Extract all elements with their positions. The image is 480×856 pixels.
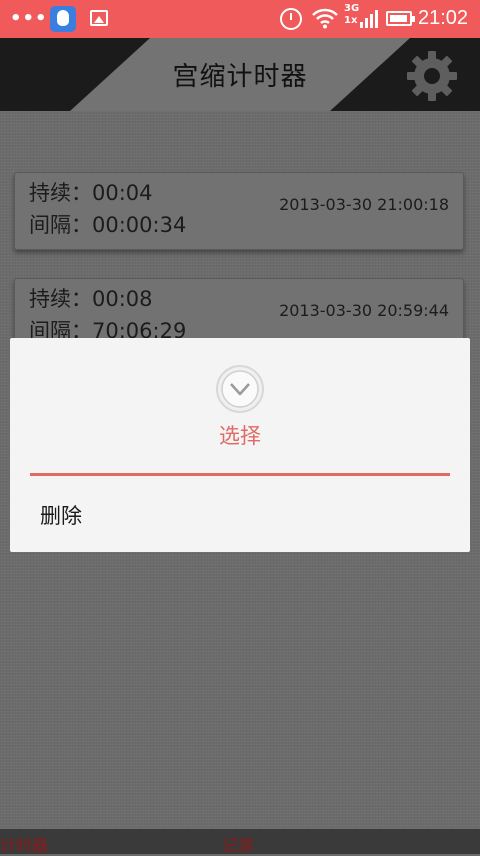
tab-records[interactable]: 记录 xyxy=(222,832,254,856)
status-bar: ••• 3G 1x 21:02 xyxy=(0,0,480,38)
network-type: 3G 1x xyxy=(344,3,360,26)
gear-icon[interactable] xyxy=(404,48,460,104)
delete-option[interactable]: 删除 xyxy=(10,476,470,552)
gallery-icon xyxy=(90,10,108,26)
duration-value: 00:04 xyxy=(92,181,153,205)
signal-icon xyxy=(360,10,378,28)
alarm-icon xyxy=(280,8,302,30)
battery-icon xyxy=(386,11,415,26)
record-card[interactable]: 持续：00:04 间隔：00:00:34 2013-03-30 21:00:18 xyxy=(14,172,464,250)
qq-icon xyxy=(50,6,76,32)
duration-value: 00:08 xyxy=(92,287,153,311)
interval-value: 00:00:34 xyxy=(92,213,187,237)
delete-option-label: 删除 xyxy=(40,504,82,528)
duration-label: 持续： xyxy=(29,287,92,311)
bottom-tab-bar: 计时器 记录 xyxy=(0,829,480,856)
choice-dialog: 选择 删除 xyxy=(10,338,470,552)
dialog-title: 选择 xyxy=(219,424,261,448)
record-timestamp: 2013-03-30 20:59:44 xyxy=(279,301,449,320)
record-timestamp: 2013-03-30 21:00:18 xyxy=(279,195,449,214)
wifi-icon xyxy=(312,8,338,29)
chevron-down-icon xyxy=(216,365,264,413)
duration-label: 持续： xyxy=(29,181,92,205)
app-header: 宫缩计时器 xyxy=(0,38,480,111)
interval-label: 间隔： xyxy=(29,213,92,237)
tab-timer[interactable]: 计时器 xyxy=(0,832,48,856)
clock: 21:02 xyxy=(418,7,469,29)
more-icon: ••• xyxy=(10,8,48,29)
